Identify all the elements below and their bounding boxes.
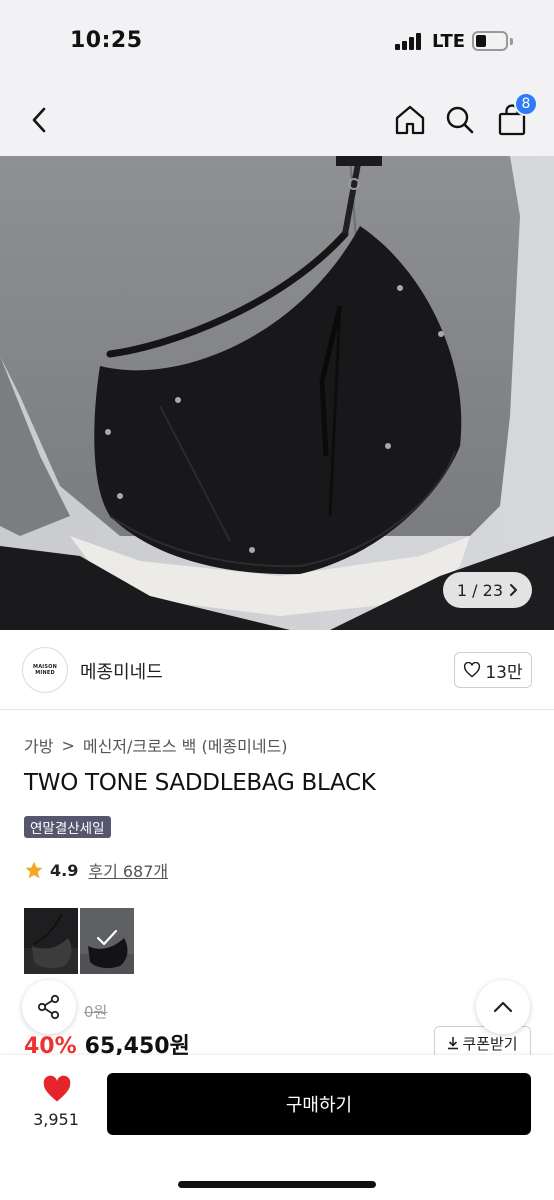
- rating-row: 4.9 후기 687개: [24, 858, 168, 882]
- original-price: 0원: [84, 1003, 108, 1021]
- brand-name[interactable]: 메종미네드: [80, 658, 163, 684]
- product-photo: [0, 156, 554, 630]
- brand-logo[interactable]: MAISON MINED: [22, 647, 68, 693]
- scroll-to-top-button[interactable]: [476, 980, 530, 1034]
- breadcrumb-category[interactable]: 가방: [24, 733, 53, 757]
- network-label: LTE: [432, 31, 466, 52]
- chevron-left-icon: [32, 107, 46, 133]
- image-counter[interactable]: 1 / 23: [442, 572, 532, 608]
- home-icon: [395, 105, 425, 135]
- status-time: 10:25: [70, 28, 143, 53]
- share-icon: [37, 994, 60, 1020]
- brand-row[interactable]: MAISON MINED 메종미네드 13만: [0, 630, 554, 710]
- star-icon: [25, 861, 43, 879]
- color-options: [24, 908, 134, 974]
- search-button[interactable]: [438, 98, 482, 142]
- download-icon: [448, 1037, 459, 1050]
- heart-outline-icon: [464, 662, 481, 678]
- signal-icon: [395, 32, 421, 50]
- cart-count-badge: 8: [514, 92, 538, 116]
- chevron-up-icon: [493, 1001, 513, 1013]
- wishlist-count: 3,951: [33, 1110, 79, 1129]
- color-thumb-1[interactable]: [24, 908, 78, 974]
- cart-button[interactable]: 8: [490, 92, 538, 142]
- battery-nub: [510, 38, 513, 45]
- product-title: TWO TONE SADDLEBAG BLACK: [24, 770, 376, 796]
- chevron-right-icon: [510, 584, 517, 596]
- home-button[interactable]: [388, 98, 432, 142]
- coupon-label: 쿠폰받기: [462, 1034, 518, 1053]
- heart-filled-icon: [43, 1075, 71, 1102]
- sale-badge: 연말결산세일: [24, 816, 111, 838]
- breadcrumb-separator: >: [61, 735, 75, 755]
- buy-button[interactable]: 구매하기: [107, 1073, 531, 1135]
- review-link[interactable]: 후기 687개: [88, 858, 168, 882]
- share-button[interactable]: [22, 980, 76, 1034]
- battery-icon: [472, 31, 508, 51]
- brand-like-count: 13만: [485, 662, 523, 683]
- brand-like-button[interactable]: 13만: [454, 652, 532, 688]
- wishlist-button[interactable]: [42, 1075, 72, 1107]
- breadcrumb: 가방 > 메신저/크로스 백 (메종미네드): [24, 733, 288, 757]
- bottom-action-bar: 3,951 구매하기: [0, 1055, 554, 1200]
- top-nav: 8: [0, 84, 554, 156]
- brand-logo-text: MAISON MINED: [33, 664, 57, 676]
- color-thumb-2-selected[interactable]: [80, 908, 134, 974]
- breadcrumb-subcategory[interactable]: 메신저/크로스 백 (메종미네드): [83, 733, 288, 757]
- home-indicator: [178, 1181, 376, 1188]
- check-icon: [96, 929, 118, 946]
- back-button[interactable]: [18, 98, 62, 142]
- thumb-photo: [24, 908, 78, 974]
- image-counter-text: 1 / 23: [456, 580, 503, 600]
- status-bar: 10:25 LTE: [0, 0, 554, 84]
- search-icon: [446, 106, 474, 134]
- product-image-gallery[interactable]: 1 / 23: [0, 156, 554, 630]
- rating-score: 4.9: [50, 860, 79, 880]
